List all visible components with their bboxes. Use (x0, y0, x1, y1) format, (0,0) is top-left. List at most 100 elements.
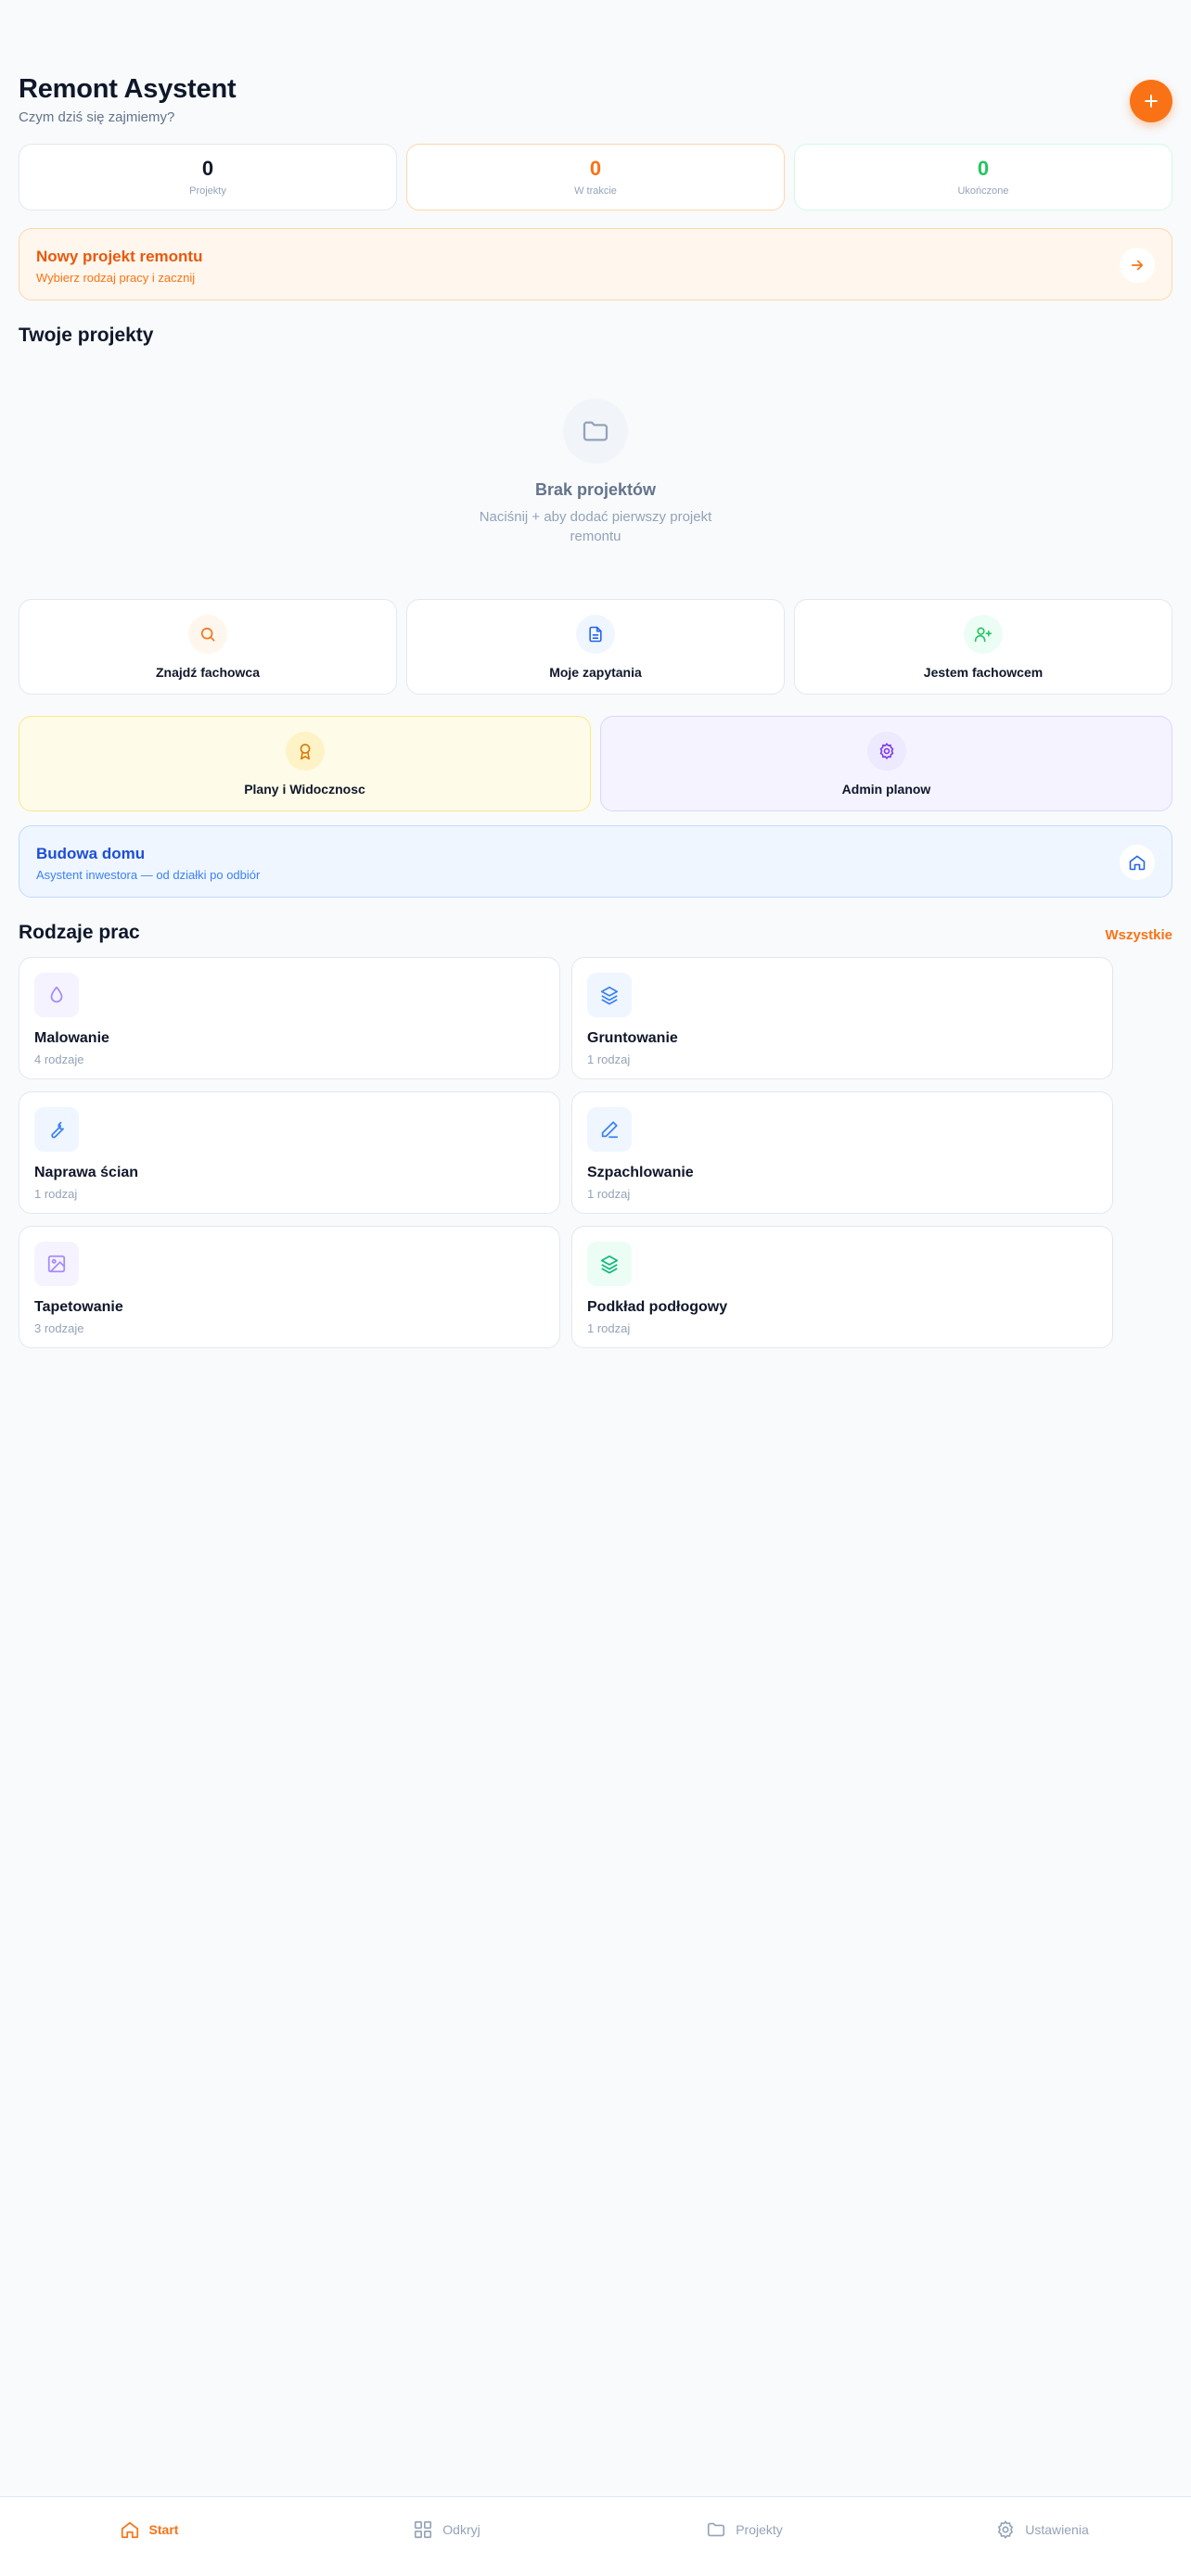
work-type-name: Naprawa ścian (34, 1165, 139, 1180)
droplet-icon (50, 986, 63, 1003)
action-icon-circle (188, 614, 227, 654)
type-icon-box (587, 1242, 632, 1286)
home-screen: Remont Asystent Czym dziś się zajmiemy? … (0, 0, 1191, 2576)
nav-discover[interactable]: Odkryj (298, 2497, 596, 2576)
type-icon-box (34, 1242, 79, 1286)
stats-row: 0 Projekty 0 W trakcie 0 Ukończone (19, 144, 1172, 210)
stat-completed: 0 Ukończone (794, 144, 1172, 210)
i-am-pro-button[interactable]: Jestem fachowcem (794, 599, 1172, 695)
empty-title: Brak projektów (534, 480, 657, 499)
bottom-nav: Start Odkryj Projekty Ustawienia (0, 2496, 1191, 2576)
nav-settings[interactable]: Ustawienia (893, 2497, 1191, 2576)
banner-title: Nowy projekt remontu (36, 248, 203, 265)
award-icon (300, 743, 310, 759)
work-types-title: Rodzaje prac (19, 922, 140, 943)
work-type-card[interactable]: Malowanie 4 rodzaje (19, 957, 560, 1079)
banner-subtitle: Wybierz rodzaj pracy i zacznij (36, 271, 196, 285)
action-icon-circle (576, 614, 615, 654)
stat-value: 0 (589, 156, 602, 180)
action-label: Admin planow (841, 781, 931, 797)
app-subtitle: Czym dziś się zajmiemy? (19, 109, 175, 125)
nav-label: Projekty (736, 2521, 783, 2537)
work-type-count: 1 rodzaj (34, 1187, 78, 1201)
action-icon-circle (964, 614, 1003, 654)
find-pro-button[interactable]: Znajdź fachowca (19, 599, 397, 695)
my-requests-button[interactable]: Moje zapytania (406, 599, 785, 695)
stat-projects: 0 Projekty (19, 144, 397, 210)
new-project-banner[interactable]: Nowy projekt remontu Wybierz rodzaj prac… (19, 228, 1172, 300)
banner-arrow-button[interactable] (1120, 248, 1155, 283)
projects-section-title: Twoje projekty (19, 325, 154, 346)
work-type-card[interactable]: Tapetowanie 3 rodzaje (19, 1226, 560, 1348)
plans-actions-row: Plany i Widocznosc Admin planow (19, 716, 1172, 811)
wrench-icon (51, 1121, 64, 1139)
work-type-card[interactable]: Gruntowanie 1 rodzaj (571, 957, 1113, 1079)
action-label: Plany i Widocznosc (244, 781, 365, 797)
work-type-name: Malowanie (34, 1030, 109, 1046)
layers-icon (600, 986, 619, 1005)
work-type-name: Gruntowanie (587, 1030, 678, 1046)
work-type-count: 4 rodzaje (34, 1052, 84, 1066)
layers-icon (600, 1255, 619, 1274)
arrow-right-icon (1131, 260, 1144, 271)
home-icon (121, 2521, 138, 2538)
search-icon (200, 627, 215, 641)
document-icon (589, 626, 602, 642)
work-type-count: 1 rodzaj (587, 1321, 631, 1335)
action-label: Znajdź fachowca (155, 664, 261, 680)
nav-label: Start (148, 2521, 179, 2537)
app-title: Remont Asystent (19, 74, 237, 104)
empty-subtitle: Naciśnij + aby dodać pierwszy projekt re… (479, 509, 712, 544)
work-type-count: 3 rodzaje (34, 1321, 84, 1335)
header: Remont Asystent Czym dziś się zajmiemy? (19, 74, 1172, 130)
nav-start[interactable]: Start (0, 2497, 298, 2576)
folder-icon (583, 421, 608, 441)
action-icon-circle (285, 731, 325, 771)
work-type-name: Tapetowanie (34, 1299, 123, 1315)
type-icon-box (587, 973, 632, 1017)
quick-actions-row: Znajdź fachowca Moje zapytania Jestem fa… (19, 599, 1172, 695)
gear-icon (879, 742, 893, 759)
grid-icon (415, 2520, 432, 2538)
stat-in-progress: 0 W trakcie (406, 144, 785, 210)
add-project-button[interactable] (1130, 80, 1172, 122)
stat-value: 0 (977, 156, 990, 180)
action-label: Jestem fachowcem (923, 664, 1044, 680)
stat-label: Projekty (189, 185, 226, 198)
nav-label: Odkryj (442, 2521, 480, 2537)
work-type-card[interactable]: Szpachlowanie 1 rodzaj (571, 1091, 1113, 1214)
gear-icon (998, 2519, 1014, 2539)
work-type-count: 1 rodzaj (587, 1187, 631, 1201)
budowa-subtitle: Asystent inwestora — od działki po odbió… (36, 868, 261, 882)
admin-plans-button[interactable]: Admin planow (600, 716, 1172, 811)
nav-label: Ustawienia (1025, 2521, 1089, 2537)
folder-icon (708, 2522, 725, 2536)
type-icon-box (34, 1107, 79, 1152)
work-type-card[interactable]: Podkład podłogowy 1 rodzaj (571, 1226, 1113, 1348)
budowa-home-button[interactable] (1120, 845, 1155, 880)
work-type-count: 1 rodzaj (587, 1052, 631, 1066)
type-icon-box (34, 973, 79, 1017)
stat-label: W trakcie (574, 185, 617, 198)
home-icon (1129, 855, 1146, 871)
action-icon-circle (866, 731, 906, 771)
action-label: Moje zapytania (549, 664, 642, 680)
type-icon-box (587, 1107, 632, 1152)
budowa-title: Budowa domu (36, 845, 146, 862)
stat-label: Ukończone (957, 185, 1009, 198)
see-all-link[interactable]: Wszystkie (1105, 927, 1172, 943)
plans-visibility-button[interactable]: Plany i Widocznosc (19, 716, 591, 811)
work-type-name: Podkład podłogowy (587, 1299, 728, 1315)
projects-empty-state: Brak projektów Naciśnij + aby dodać pier… (0, 399, 1191, 547)
work-type-name: Szpachlowanie (587, 1165, 694, 1180)
empty-folder-circle (563, 399, 628, 464)
user-plus-icon (974, 627, 992, 642)
stat-value: 0 (201, 156, 214, 180)
house-build-banner[interactable]: Budowa domu Asystent inwestora — od dzia… (19, 825, 1172, 898)
plus-icon (1145, 95, 1158, 108)
work-types-grid: Malowanie 4 rodzaje Gruntowanie 1 rodzaj… (19, 957, 1113, 1348)
pen-icon (601, 1121, 619, 1139)
nav-projects[interactable]: Projekty (596, 2497, 893, 2576)
work-type-card[interactable]: Naprawa ścian 1 rodzaj (19, 1091, 560, 1214)
image-icon (47, 1255, 66, 1273)
